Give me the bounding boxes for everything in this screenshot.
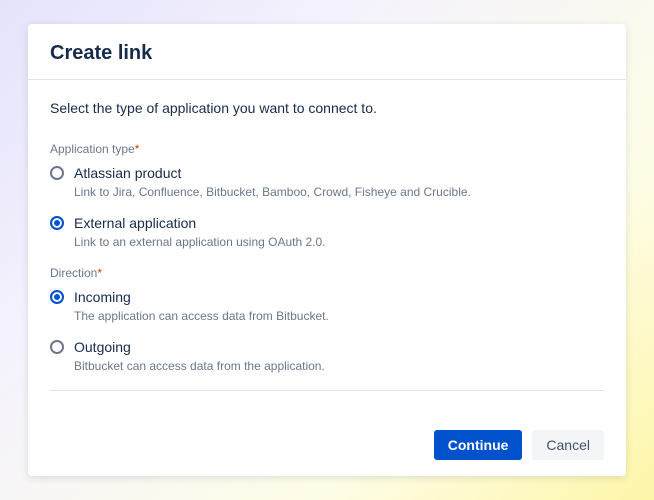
required-indicator: *	[135, 142, 140, 156]
required-indicator: *	[97, 266, 102, 280]
option-atlassian-product[interactable]: Atlassian product Link to Jira, Confluen…	[50, 164, 604, 200]
application-type-label: Application type*	[50, 142, 604, 156]
option-description: Link to an external application using OA…	[74, 235, 604, 250]
option-label: Incoming	[74, 288, 604, 306]
direction-label: Direction*	[50, 266, 604, 280]
option-external-application[interactable]: External application Link to an external…	[50, 214, 604, 250]
option-label: External application	[74, 214, 604, 232]
radio-icon	[50, 340, 64, 354]
cancel-button[interactable]: Cancel	[532, 430, 604, 460]
dialog-title: Create link	[50, 42, 604, 65]
field-label-text: Application type	[50, 142, 135, 156]
radio-icon	[50, 216, 64, 230]
option-description: The application can access data from Bit…	[74, 309, 604, 324]
dialog-footer: Continue Cancel	[28, 416, 626, 476]
option-label: Atlassian product	[74, 164, 604, 182]
divider	[50, 390, 604, 391]
dialog-header: Create link	[28, 24, 626, 80]
field-label-text: Direction	[50, 266, 97, 280]
option-description: Link to Jira, Confluence, Bitbucket, Bam…	[74, 185, 604, 200]
continue-button[interactable]: Continue	[434, 430, 523, 460]
intro-text: Select the type of application you want …	[50, 100, 604, 116]
option-label: Outgoing	[74, 338, 604, 356]
radio-icon	[50, 166, 64, 180]
dialog-body: Select the type of application you want …	[28, 80, 626, 416]
option-incoming[interactable]: Incoming The application can access data…	[50, 288, 604, 324]
application-type-group: Application type* Atlassian product Link…	[50, 142, 604, 250]
option-outgoing[interactable]: Outgoing Bitbucket can access data from …	[50, 338, 604, 374]
option-description: Bitbucket can access data from the appli…	[74, 359, 604, 374]
create-link-dialog: Create link Select the type of applicati…	[28, 24, 626, 476]
radio-icon	[50, 290, 64, 304]
direction-group: Direction* Incoming The application can …	[50, 266, 604, 374]
